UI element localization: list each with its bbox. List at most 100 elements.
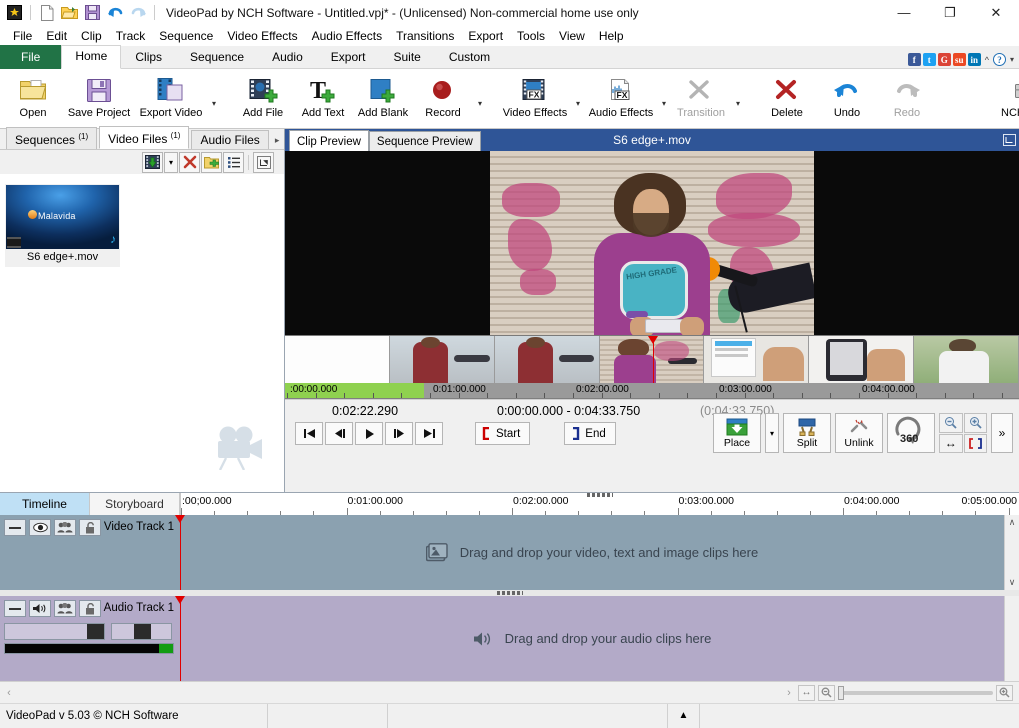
add-file-button[interactable]: Add File: [233, 69, 293, 128]
add-text-button[interactable]: T Add Text: [293, 69, 353, 128]
menu-item-help[interactable]: Help: [592, 27, 631, 45]
help-dropdown-caret[interactable]: ▾: [1008, 55, 1014, 64]
fit-selection-button[interactable]: [964, 434, 988, 454]
menu-item-transitions[interactable]: Transitions: [389, 27, 461, 45]
record-dropdown-caret[interactable]: ▾: [473, 69, 487, 128]
audio-effects-dropdown-caret[interactable]: ▾: [657, 69, 671, 128]
ribbon-tab-custom[interactable]: Custom: [435, 46, 504, 69]
clip-thumb[interactable]: [285, 336, 389, 384]
360-view-button[interactable]: 360: [887, 413, 935, 453]
scroll-up-arrow[interactable]: ∧: [1009, 517, 1016, 528]
menu-item-tools[interactable]: Tools: [510, 27, 552, 45]
zoom-out-button[interactable]: [939, 413, 963, 433]
undo-icon[interactable]: [105, 3, 126, 23]
mute-toggle-button[interactable]: [29, 600, 51, 617]
add-files-button[interactable]: [142, 152, 163, 173]
record-button[interactable]: Record: [413, 69, 473, 128]
redo-button[interactable]: Redo: [877, 69, 937, 128]
step-forward-button[interactable]: [385, 422, 413, 445]
app-icon[interactable]: [4, 3, 25, 23]
lock-track-button[interactable]: [79, 600, 101, 617]
preview-playhead[interactable]: [653, 336, 654, 383]
jump-to-start-button[interactable]: [295, 422, 323, 445]
status-expand-button[interactable]: ▲: [668, 704, 700, 728]
collapse-track-button[interactable]: [4, 600, 26, 617]
ribbon-tab-export[interactable]: Export: [317, 46, 380, 69]
menu-item-video-effects[interactable]: Video Effects: [220, 27, 304, 45]
timeline-vertical-scrollbar[interactable]: ∧ ∨: [1004, 515, 1019, 590]
track-group-button[interactable]: [54, 600, 76, 617]
clip-thumb[interactable]: [495, 336, 599, 384]
scroll-left-arrow[interactable]: ‹: [0, 687, 18, 699]
unlink-button[interactable]: Unlink: [835, 413, 883, 453]
add-blank-button[interactable]: Add Blank: [353, 69, 413, 128]
timeline-zoom-knob[interactable]: [838, 686, 844, 700]
menu-item-export[interactable]: Export: [461, 27, 510, 45]
menu-item-sequence[interactable]: Sequence: [152, 27, 220, 45]
video-effects-button[interactable]: FX Video Effects: [499, 69, 571, 128]
tab-clip-preview[interactable]: Clip Preview: [289, 130, 369, 151]
timeline-playhead-audio[interactable]: [180, 596, 181, 681]
step-back-button[interactable]: [325, 422, 353, 445]
ribbon-tab-file[interactable]: File: [0, 45, 61, 69]
bin-tab-scroll-right[interactable]: ▸: [271, 132, 284, 149]
video-preview-stage[interactable]: HIGH GRADE: [285, 151, 1019, 335]
timeline-zoom-slider[interactable]: [838, 691, 993, 695]
pan-slider-knob[interactable]: [134, 624, 151, 639]
preview-detach-button[interactable]: [999, 129, 1019, 151]
timeline-ruler[interactable]: :00;00.0000:01:00.0000:02:00.0000:03:00.…: [180, 493, 1019, 515]
video-effects-dropdown-caret[interactable]: ▾: [571, 69, 585, 128]
track-group-button[interactable]: [54, 519, 76, 536]
bin-file-list[interactable]: Malavida ♪ S6 edge+.mov: [0, 174, 284, 492]
menu-item-audio-effects[interactable]: Audio Effects: [305, 27, 390, 45]
export-video-button[interactable]: Export Video: [135, 69, 207, 128]
clip-thumb[interactable]: [390, 336, 494, 384]
ribbon-tab-suite[interactable]: Suite: [379, 46, 434, 69]
close-button[interactable]: ✕: [973, 0, 1019, 25]
remove-file-button[interactable]: [179, 152, 200, 173]
volume-slider[interactable]: [4, 623, 105, 640]
menu-item-track[interactable]: Track: [109, 27, 153, 45]
menu-item-file[interactable]: File: [6, 27, 39, 45]
timeline-playhead[interactable]: [180, 515, 181, 590]
menu-item-view[interactable]: View: [552, 27, 592, 45]
scroll-right-arrow[interactable]: ›: [780, 687, 798, 699]
tab-timeline[interactable]: Timeline: [0, 493, 90, 515]
social-chevron-icon[interactable]: ^: [983, 55, 991, 65]
bin-tab-video-files[interactable]: Video Files (1): [99, 126, 189, 149]
fit-timeline-button[interactable]: ↔: [798, 685, 815, 701]
clip-thumb[interactable]: [809, 336, 913, 384]
scroll-down-arrow[interactable]: ∨: [1009, 577, 1016, 588]
googleplus-icon[interactable]: G: [938, 53, 951, 66]
fit-width-button[interactable]: ↔: [939, 434, 963, 454]
transition-dropdown-caret[interactable]: ▾: [731, 69, 745, 128]
menu-item-edit[interactable]: Edit: [39, 27, 74, 45]
ribbon-tab-sequence[interactable]: Sequence: [176, 46, 258, 69]
collapse-track-button[interactable]: [4, 519, 26, 536]
tab-storyboard[interactable]: Storyboard: [90, 493, 180, 515]
new-project-icon[interactable]: [36, 3, 57, 23]
ribbon-tab-audio[interactable]: Audio: [258, 46, 317, 69]
clip-thumbnail-strip[interactable]: [285, 335, 1019, 383]
set-start-button[interactable]: Start: [475, 422, 530, 445]
timeline-splitter-grip[interactable]: [587, 493, 613, 497]
list-item[interactable]: Malavida ♪ S6 edge+.mov: [5, 184, 120, 267]
set-end-button[interactable]: End: [564, 422, 615, 445]
pan-slider[interactable]: [111, 623, 172, 640]
undo-button[interactable]: Undo: [817, 69, 877, 128]
list-view-button[interactable]: [223, 152, 244, 173]
bin-tab-audio-files[interactable]: Audio Files: [191, 130, 268, 149]
place-dropdown-caret[interactable]: ▾: [765, 413, 779, 453]
add-files-dropdown[interactable]: ▾: [164, 152, 178, 173]
timeline-vertical-scrollbar-2[interactable]: [1004, 596, 1019, 681]
add-folder-button[interactable]: [201, 152, 222, 173]
scroll-track[interactable]: [18, 686, 780, 700]
split-button[interactable]: Split: [783, 413, 831, 453]
ribbon-tab-home[interactable]: Home: [61, 45, 121, 69]
save-project-icon[interactable]: [82, 3, 103, 23]
jump-to-end-button[interactable]: [415, 422, 443, 445]
transition-button[interactable]: Transition: [671, 69, 731, 128]
open-button[interactable]: Open: [3, 69, 63, 128]
nch-suite-button[interactable]: NCH Suite: [991, 69, 1019, 128]
menu-item-clip[interactable]: Clip: [74, 27, 109, 45]
